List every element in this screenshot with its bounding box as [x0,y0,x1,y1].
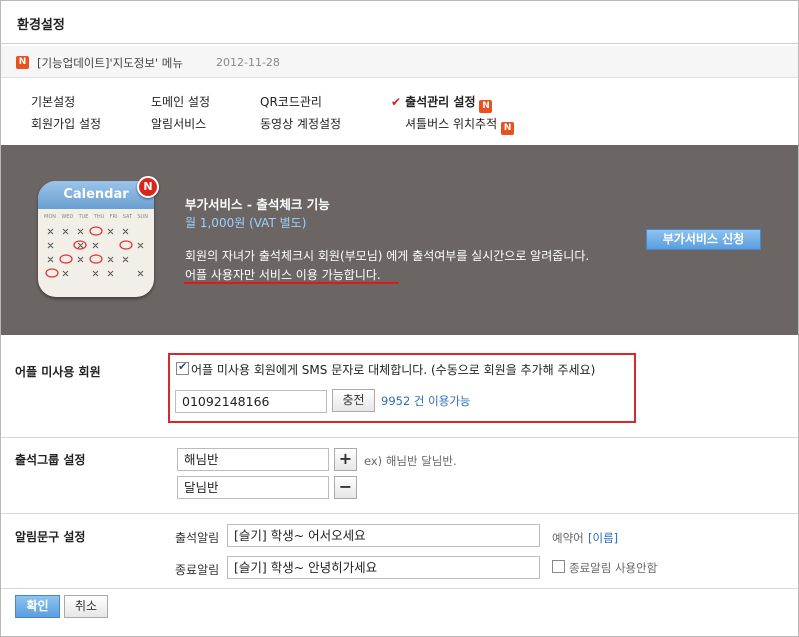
sms-replace-checkbox[interactable] [176,360,189,375]
tab-domain-settings[interactable]: 도메인 설정 [151,93,210,110]
weekday: WED [61,214,74,220]
arrival-message-label: 출석알림 [175,531,220,545]
divider [1,43,798,44]
banner-description: 회원의 자녀가 출석체크시 회원(부모님) 에게 출석여부를 실시간으로 알려줍… [185,249,590,263]
reserved-word-name-link[interactable]: [이름] [588,530,618,546]
divider [1,437,798,438]
tab-label: QR코드관리 [260,95,322,109]
checkmark-icon: ✔ [391,95,402,109]
tab-label: 도메인 설정 [151,95,211,109]
weekday: FRI [109,214,118,220]
phone-number-input[interactable]: 01092148166 [175,390,327,413]
notice-date: 2012-11-28 [216,56,280,69]
charge-button[interactable]: 충전 [332,389,375,412]
reserved-word-label: 예약어 [552,531,584,545]
new-badge-icon: N [501,122,515,135]
cancel-button[interactable]: 취소 [64,595,108,618]
attendance-group-label: 출석그룹 설정 [15,453,86,467]
tab-label: 기본설정 [31,95,76,109]
tab-label: 출석관리 설정 [405,95,476,109]
highlight-underline [184,282,399,284]
notice-bar[interactable]: N [기능업데이트]'지도정보' 메뉴 2012-11-28 [1,46,798,78]
new-badge-icon: N [137,176,159,198]
banner-price: 월 1,000원 (VAT 별도) [185,216,307,230]
weekday: TUE [78,214,89,220]
weekday: SUN [137,214,148,220]
divider [1,513,798,514]
tab-signup-settings[interactable]: 회원가입 설정 [31,115,101,132]
add-group-button[interactable]: + [334,448,357,471]
new-badge-icon: N [16,56,29,69]
banner-notice: 어플 사용자만 서비스 이용 가능합니다. [185,268,381,282]
weekday: MON [44,214,56,220]
tab-label: 알림서비스 [151,117,207,131]
arrival-message-input[interactable]: [슬기] 학생~ 어서오세요 [227,524,540,547]
tab-shuttle-tracking[interactable]: 셔틀버스 위치추적 N [405,115,515,135]
tab-label: 동영상 계정설정 [260,117,342,131]
apply-service-button[interactable]: 부가서비스 신청 [646,229,761,250]
notice-link[interactable]: [기능업데이트]'지도정보' 메뉴 [37,55,183,71]
tab-basic-settings[interactable]: 기본설정 [31,93,75,110]
page-title: 환경설정 [17,18,65,33]
divider [1,588,798,589]
group-name-input[interactable]: 해님반 [177,448,329,471]
weekday: THU [93,214,105,220]
tab-label: 셔틀버스 위치추적 [405,117,498,131]
leave-message-input[interactable]: [슬기] 학생~ 안녕히가세요 [227,556,540,579]
new-badge-icon: N [479,100,493,113]
tab-video-account[interactable]: 동영상 계정설정 [260,115,341,132]
sms-replace-label: 어플 미사용 회원에게 SMS 문자로 대체합니다. (수동으로 회원을 추가해… [191,363,596,377]
group-example-text: ex) 해님반 달님반. [364,454,457,468]
remove-group-button[interactable]: − [334,476,357,499]
calendar-marks-icon [45,226,144,278]
message-settings-label: 알림문구 설정 [15,530,86,544]
service-banner: Calendar MON WED TUE THU FRI SAT SUN 부가서… [1,145,798,335]
calendar-app-icon: Calendar MON WED TUE THU FRI SAT SUN [38,181,154,297]
weekday: SAT [122,214,133,220]
confirm-button[interactable]: 확인 [15,595,60,618]
tab-notification-service[interactable]: 알림서비스 [151,115,206,132]
leave-message-label: 종료알림 [175,563,220,577]
calendar-weekdays: MON WED TUE THU FRI SAT SUN [44,214,148,220]
sms-available-count: 9952 건 이용가능 [381,394,471,408]
disable-leave-alert-label: 종료알림 사용안함 [569,561,658,575]
settings-menu: 기본설정 도메인 설정 QR코드관리 ✔ 출석관리 설정 N 회원가입 설정 알림서… [0,86,799,136]
disable-leave-alert-checkbox[interactable] [552,560,565,573]
non-app-member-label: 어플 미사용 회원 [15,365,101,379]
tab-attendance-settings[interactable]: ✔ 출석관리 설정 N [391,93,493,113]
tab-qrcode[interactable]: QR코드관리 [260,93,322,110]
tab-label: 회원가입 설정 [31,117,102,131]
banner-title: 부가서비스 - 출석체크 기능 [185,197,330,212]
group-name-input[interactable]: 달님반 [177,476,329,499]
